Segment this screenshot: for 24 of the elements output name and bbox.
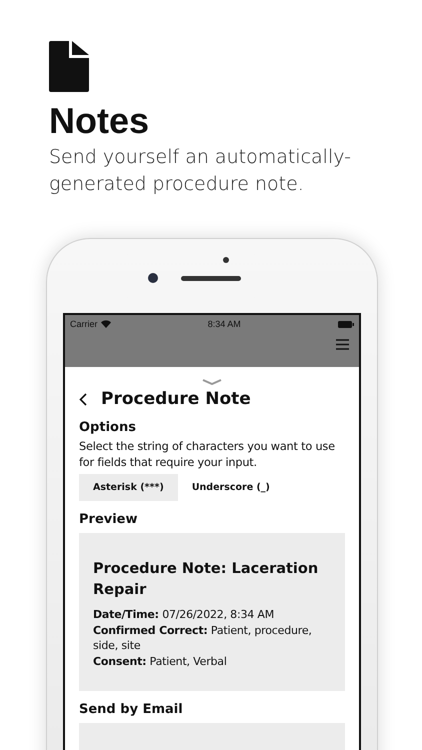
note-line: Consent: Patient, Verbal [93,654,228,669]
carrier-label: Carrier [70,319,98,329]
status-time: 8:34 AM [208,319,241,329]
wifi-icon [100,320,111,328]
options-description: Select the string of characters you want to use for fields that require your input. [79,439,336,471]
note-line: Date/Time: 07/26/2022, 8:34 AM [93,607,275,622]
option-button[interactable]: Asterisk (***) [79,474,178,501]
chevron-down-icon[interactable] [202,379,222,385]
speaker-grille [181,276,241,281]
feature-subtitle: Send yourself an automatically-generated procedure note. [49,145,352,197]
section-heading: Options [79,420,137,435]
sensor-dot [223,257,229,263]
note-title: Procedure Note: Laceration Repair [93,560,320,600]
back-icon[interactable] [79,392,87,406]
feature-title: Notes [49,100,150,142]
camera [148,273,158,283]
battery-icon [338,320,354,328]
section-heading: Preview [79,512,139,527]
section-heading: Send by Email [79,702,184,717]
menu-icon[interactable] [336,339,349,350]
document-icon [49,41,89,92]
option-button[interactable]: Underscore (_) [178,474,284,501]
note-line: Confirmed Correct: Patient, procedure, side, site [93,622,313,654]
screen-title: Procedure Note [101,389,251,409]
